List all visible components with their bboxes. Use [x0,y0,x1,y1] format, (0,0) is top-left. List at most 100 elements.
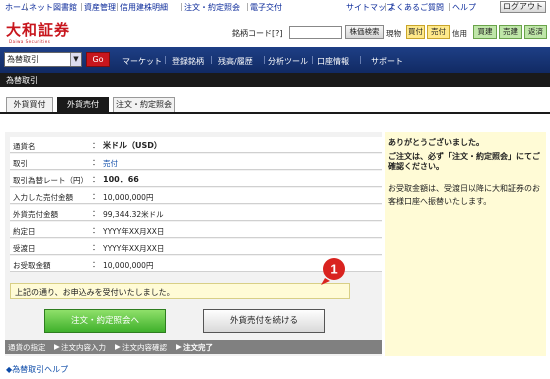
order-row-input-amount: 入力した売付金額 ： 10,000,000円 [10,188,382,204]
continue-foreign-sell-button[interactable]: 外貨売付を続ける [203,309,325,333]
section-select-value: 為替取引 [7,55,39,64]
top-link-order-inquiry[interactable]: 注文・約定照会 [184,2,240,13]
order-row-label: 入力した売付金額 [13,193,73,202]
order-row-settlement-date: 受渡日 ： YYYY年XX月XX日 [10,239,382,255]
step-arrow-icon: ▶ [54,342,60,351]
order-row-value: 100．66 [103,175,139,184]
order-row-value: YYYY年XX月XX日 [103,244,165,253]
nav-separator: | [263,55,266,64]
top-link-separator: | [246,2,249,11]
order-row-rate: 取引為替レート（円） ： 100．66 [10,171,382,187]
top-link-help[interactable]: ヘルプ [452,2,476,13]
order-row-label: 約定日 [13,227,36,236]
colon: ： [92,141,100,150]
order-row-value: YYYY年XX月XX日 [103,227,165,236]
top-link-bar: ホーム | ネット図書館 | 資産管理 | 信用建株明細 | 注文・約定照会 |… [0,0,550,14]
colon: ： [92,209,100,218]
top-link-margin-detail[interactable]: 信用建株明細 [120,2,168,13]
header: 大和証券 Daiwa Securities 銘柄コード[?] 株価検索 現物 買… [0,14,550,46]
nav-separator: | [311,55,314,64]
colon: ： [92,243,100,252]
top-link-separator: | [384,2,387,11]
top-link-separator: | [448,2,451,11]
go-to-order-inquiry-button[interactable]: 注文・約定照会へ [44,309,166,333]
nav-item-support[interactable]: サポート [371,56,403,67]
top-link-assets[interactable]: 資産管理 [84,2,116,13]
tab-foreign-sell[interactable]: 外貨売付 [57,97,109,112]
top-link-sitemap[interactable]: サイトマップ [346,2,394,13]
top-link-separator: | [116,2,119,11]
colon: ： [92,260,100,269]
colon: ： [92,192,100,201]
nav-item-balance-history[interactable]: 残高/履歴 [218,56,253,67]
brand-logo-subtitle: Daiwa Securities [9,39,51,44]
progress-steps: 通貨の指定 ▶ 注文内容入力 ▶ 注文内容確認 ▶ 注文完了 [5,340,382,354]
margin-buy-button[interactable]: 買建 [473,25,497,39]
cash-sell-button[interactable]: 売付 [427,25,450,39]
logout-button[interactable]: ログアウト [500,1,546,13]
order-row-label: 外貨売付金額 [13,210,58,219]
nav-item-market[interactable]: マーケット [122,56,162,67]
fx-help-link[interactable]: ◆為替取引ヘルプ [6,364,68,375]
nav-item-watchlist[interactable]: 登録銘柄 [172,56,204,67]
colon: ： [92,175,100,184]
nav-separator: | [359,55,362,64]
nav-separator: | [164,55,167,64]
order-row-value: 売付 [103,159,118,168]
main-nav-bar: 為替取引 ▼ Go マーケット | 登録銘柄 | 残高/履歴 | 分析ツール |… [0,47,550,73]
order-row-label: 取引 [13,159,28,168]
order-row-trade: 取引 ： 売付 [10,154,382,170]
nav-item-analysis-tools[interactable]: 分析ツール [268,56,308,67]
order-row-contract-date: 約定日 ： YYYY年XX月XX日 [10,222,382,238]
chevron-down-icon: ▼ [70,53,81,66]
thanks-message: ありがとうございました。 [388,138,484,147]
order-row-foreign-amount: 外貨売付金額 ： 99,344.32米ドル [10,205,382,221]
accepted-message-box: 上記の通り、お申込みを受付いたしました。 [10,283,350,299]
order-row-label: 通貨名 [13,142,36,151]
order-row-label: 取引為替レート（円） [13,176,88,185]
margin-repay-button[interactable]: 返済 [524,25,547,39]
side-info-panel: ありがとうございました。 ご注文は、必ず「注文・約定照会」にてご確認ください。 … [385,132,546,356]
top-link-separator: | [25,2,28,11]
step-order-complete: 注文完了 [183,343,213,352]
stock-code-label: 銘柄コード[?] [232,29,283,38]
callout-badge: 1 [321,258,345,285]
nav-separator: | [210,55,213,64]
order-row-label: 受渡日 [13,244,36,253]
callout-number: 1 [330,262,337,277]
nav-item-account-info[interactable]: 口座情報 [317,56,349,67]
step-currency: 通貨の指定 [8,343,46,352]
margin-sell-button[interactable]: 売建 [499,25,522,39]
step-order-input: 注文内容入力 [61,343,106,352]
cash-buy-button[interactable]: 買付 [406,25,425,39]
top-link-separator: | [80,2,83,11]
page-title: 為替取引 [6,76,38,85]
cash-trade-label: 現物 [386,29,401,38]
tab-bar: 外貨買付 外貨売付 注文・約定照会 [0,97,550,114]
colon: ： [92,158,100,167]
section-select[interactable]: 為替取引 ▼ [4,52,82,67]
brand-logo[interactable]: 大和証券 [6,19,70,40]
step-arrow-icon: ▶ [115,342,121,351]
stock-code-input[interactable] [289,26,342,39]
accepted-message: 上記の通り、お申込みを受付いたしました。 [15,288,175,297]
order-row-value: 10,000,000円 [103,193,154,202]
tab-order-inquiry[interactable]: 注文・約定照会 [113,97,175,112]
order-row-value: 米ドル（USD） [103,141,162,150]
top-link-e-delivery[interactable]: 電子交付 [250,2,282,13]
go-button[interactable]: Go [86,52,110,67]
tab-foreign-buy[interactable]: 外貨買付 [6,97,53,112]
order-row-currency: 通貨名 ： 米ドル（USD） [10,137,382,153]
margin-trade-label: 信用 [452,29,467,38]
top-link-library[interactable]: ネット図書館 [29,2,77,13]
order-row-value: 10,000,000円 [103,261,154,270]
page-title-bar: 為替取引 [0,73,550,87]
confirm-notice: ご注文は、必ず「注文・約定照会」にてご確認ください。 [388,152,540,171]
callout-pointer [321,278,330,285]
top-link-separator: | [180,2,183,11]
stock-search-button[interactable]: 株価検索 [345,25,384,39]
colon: ： [92,226,100,235]
step-arrow-icon: ▶ [176,342,182,351]
step-order-confirm: 注文内容確認 [122,343,167,352]
top-link-faq[interactable]: よくあるご質問 [388,2,444,13]
